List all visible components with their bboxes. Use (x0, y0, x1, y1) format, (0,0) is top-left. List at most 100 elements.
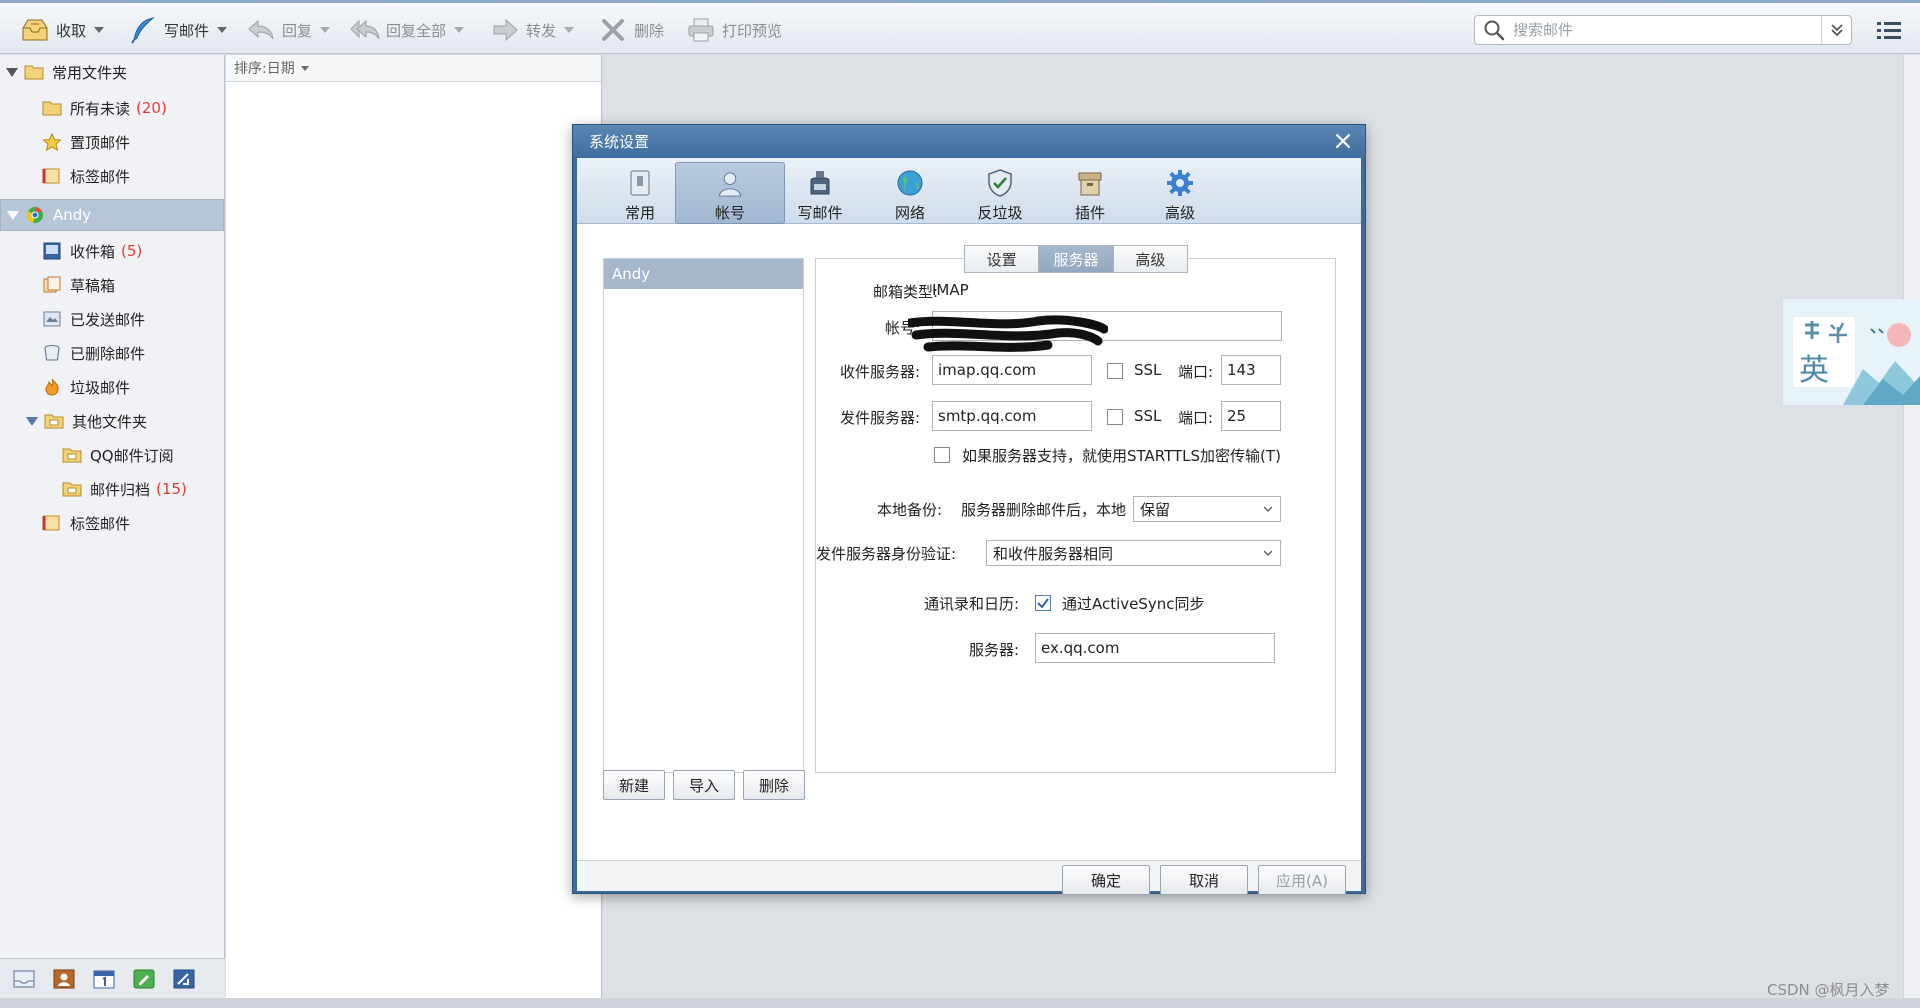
account-list-item[interactable]: Andy (604, 259, 803, 289)
delete-account-button[interactable]: 删除 (743, 770, 805, 800)
account-label: 帐号: (884, 319, 920, 337)
exchange-server-input[interactable] (1035, 633, 1275, 663)
local-backup-select[interactable]: 保留 (1133, 496, 1281, 522)
folder-all-unread[interactable]: 所有未读 (20) (0, 91, 224, 125)
contacts-icon[interactable] (52, 968, 76, 990)
incoming-port-label: 端口: (1178, 363, 1214, 381)
sort-bar[interactable]: 排序:日期 (226, 55, 601, 82)
view-menu-icon[interactable] (1876, 19, 1902, 43)
folder-archive[interactable]: 邮件归档 (15) (0, 472, 224, 506)
folder-inbox[interactable]: 收件箱 (5) (0, 234, 224, 268)
starttls-checkbox[interactable] (934, 447, 950, 463)
activesync-checkbox[interactable] (1035, 595, 1051, 611)
reply-button[interactable]: 回复 (246, 15, 331, 45)
delete-x-icon (602, 19, 624, 41)
forward-button[interactable]: 转发 (490, 15, 575, 45)
chevron-down-icon[interactable] (320, 27, 331, 33)
folder-label: 已发送邮件 (70, 310, 146, 329)
notes-icon[interactable] (132, 968, 156, 990)
account-chrome-icon (26, 207, 43, 223)
ok-button[interactable]: 确定 (1062, 865, 1150, 895)
status-strip (0, 998, 1920, 1008)
chevron-down-icon[interactable] (454, 27, 465, 33)
feeds-icon[interactable] (172, 968, 196, 990)
sort-label: 排序:日期 (234, 61, 295, 77)
folder-group-other[interactable]: 其他文件夹 (0, 404, 224, 438)
new-account-button[interactable]: 新建 (603, 770, 665, 800)
outgoing-port-input[interactable] (1221, 401, 1281, 431)
folder-label: QQ邮件订阅 (90, 446, 174, 465)
chevron-down-icon[interactable] (564, 27, 575, 33)
tab-advanced[interactable]: 高级 (1125, 162, 1235, 224)
folder-deleted[interactable]: 已删除邮件 (0, 336, 224, 370)
star-icon (42, 133, 62, 151)
delete-button[interactable]: 删除 (598, 15, 664, 45)
account-andy[interactable]: Andy (0, 199, 224, 231)
outgoing-ssl-checkbox[interactable] (1107, 409, 1123, 425)
floating-ad-widget[interactable]: 英 (1782, 299, 1920, 405)
receive-button[interactable]: 收取 (20, 15, 105, 45)
folder-group-common[interactable]: 常用文件夹 (0, 55, 224, 89)
reply-all-arrow-icon (350, 19, 380, 40)
chevron-down-icon[interactable] (94, 27, 105, 33)
import-account-button[interactable]: 导入 (673, 770, 735, 800)
tab-label: 帐号 (714, 204, 745, 222)
tab-label: 写邮件 (797, 204, 843, 222)
mail-view-icon[interactable] (12, 968, 36, 990)
reply-all-button[interactable]: 回复全部 (350, 15, 465, 45)
main-toolbar: 收取 写邮件 回复 回复全部 转发 删除 打印预览 (0, 0, 1920, 54)
subtab-bar: 设置 服务器 高级 (964, 245, 1188, 273)
incoming-ssl-checkbox[interactable] (1107, 363, 1123, 379)
subtab-advanced[interactable]: 高级 (1113, 245, 1188, 273)
subtab-settings[interactable]: 设置 (964, 245, 1040, 273)
folder-tagged-2[interactable]: 标签邮件 (0, 506, 224, 540)
account-label: Andy (53, 206, 92, 224)
inbox-icon (43, 242, 61, 260)
expand-triangle-icon[interactable] (6, 67, 18, 77)
sent-icon (43, 311, 61, 327)
folder-qq-subscriptions[interactable]: QQ邮件订阅 (0, 438, 224, 472)
folder-sent[interactable]: 已发送邮件 (0, 302, 224, 336)
outgoing-port-label: 端口: (1178, 409, 1214, 427)
incoming-server-input[interactable] (932, 355, 1092, 385)
compose-button[interactable]: 写邮件 (128, 15, 228, 45)
folder-tagged[interactable]: 标签邮件 (0, 159, 224, 193)
redaction-scribble (908, 315, 1108, 352)
smtp-auth-select[interactable]: 和收件服务器相同 (986, 540, 1281, 566)
cancel-button[interactable]: 取消 (1160, 865, 1248, 895)
subtab-server[interactable]: 服务器 (1039, 245, 1114, 273)
subtab-label: 高级 (1135, 250, 1166, 269)
folder-label: 其他文件夹 (72, 412, 148, 431)
folder-spam[interactable]: 垃圾邮件 (0, 370, 224, 404)
search-options-button[interactable] (1821, 16, 1851, 44)
dialog-tab-bar: 常用 帐号 写邮件 网络 反垃圾 插件 高级 (577, 158, 1361, 224)
expand-triangle-icon[interactable] (7, 210, 19, 220)
folder-label: 邮件归档 (90, 480, 151, 499)
chevron-down-icon[interactable] (217, 27, 228, 33)
dialog-titlebar[interactable]: 系统设置 (573, 125, 1365, 158)
incoming-server-label: 收件服务器: (839, 363, 920, 381)
print-preview-button[interactable]: 打印预览 (686, 15, 782, 45)
calendar-icon[interactable] (92, 968, 116, 990)
smtp-auth-label: 发件服务器身份验证: (816, 545, 957, 563)
globe-icon (897, 170, 923, 196)
settings-dialog: 系统设置 常用 帐号 写邮件 网络 反垃圾 插件 高级 Andy 设置 服务器 … (572, 124, 1366, 895)
phone-icon (630, 170, 650, 196)
shield-icon (988, 169, 1012, 197)
folder-icon (62, 482, 82, 497)
checkmark-icon (1037, 598, 1049, 609)
window-scrollbar[interactable] (1903, 55, 1920, 998)
search-input[interactable] (1507, 17, 1821, 43)
expand-triangle-icon[interactable] (26, 416, 38, 426)
outgoing-server-label: 发件服务器: (839, 409, 920, 427)
folder-icon (44, 414, 64, 429)
chevron-down-icon[interactable] (300, 65, 309, 71)
unread-count: (20) (136, 99, 167, 117)
folder-pinned[interactable]: 置顶邮件 (0, 125, 224, 159)
apply-button[interactable]: 应用(A) (1258, 865, 1346, 895)
close-icon[interactable] (1333, 131, 1353, 151)
folder-drafts[interactable]: 草稿箱 (0, 268, 224, 302)
incoming-port-input[interactable] (1221, 355, 1281, 385)
outgoing-server-input[interactable] (932, 401, 1092, 431)
user-icon (718, 172, 742, 197)
